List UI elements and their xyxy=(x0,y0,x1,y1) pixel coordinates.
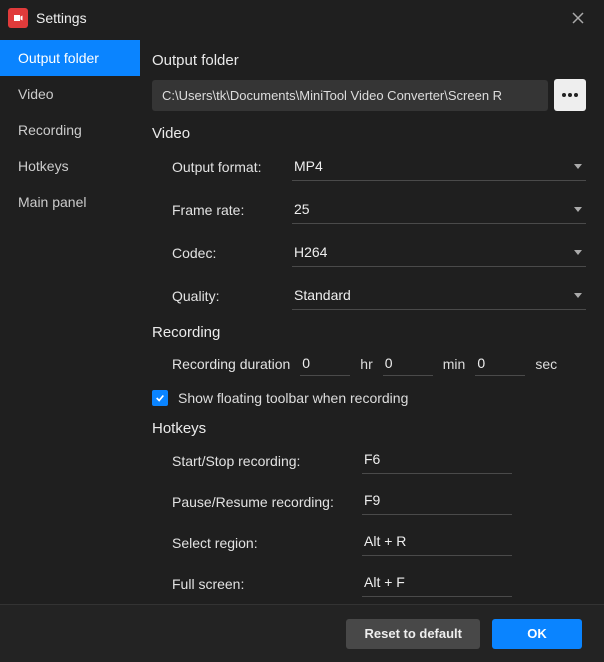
content-panel: Output folder C:\Users\tk\Documents\Mini… xyxy=(140,36,604,604)
hotkey-startstop-field[interactable]: F6 xyxy=(362,447,512,474)
sidebar-item-video[interactable]: Video xyxy=(0,76,140,112)
reset-button[interactable]: Reset to default xyxy=(346,619,480,649)
hotkey-fullscreen-label: Full screen: xyxy=(172,576,362,592)
hotkey-pauseresume-field[interactable]: F9 xyxy=(362,488,512,515)
codec-value: H264 xyxy=(294,244,327,260)
quality-label: Quality: xyxy=(172,288,292,304)
recording-duration-label: Recording duration xyxy=(172,356,290,372)
ok-button[interactable]: OK xyxy=(492,619,582,649)
sidebar-item-recording[interactable]: Recording xyxy=(0,112,140,148)
sidebar-item-hotkeys[interactable]: Hotkeys xyxy=(0,148,140,184)
quality-select[interactable]: Standard xyxy=(292,281,586,310)
close-button[interactable] xyxy=(560,0,596,36)
output-folder-heading: Output folder xyxy=(152,52,586,69)
titlebar: Settings xyxy=(0,0,604,36)
floating-toolbar-checkbox[interactable] xyxy=(152,390,168,406)
floating-toolbar-label: Show floating toolbar when recording xyxy=(178,390,408,406)
footer: Reset to default OK xyxy=(0,604,604,662)
min-unit: min xyxy=(443,356,466,372)
codec-label: Codec: xyxy=(172,245,292,261)
sec-unit: sec xyxy=(535,356,557,372)
output-path-field[interactable]: C:\Users\tk\Documents\MiniTool Video Con… xyxy=(152,80,548,111)
browse-button[interactable] xyxy=(554,79,586,111)
duration-hr-input[interactable] xyxy=(300,351,350,376)
chevron-down-icon xyxy=(574,250,582,255)
quality-value: Standard xyxy=(294,287,351,303)
chevron-down-icon xyxy=(574,293,582,298)
duration-sec-input[interactable] xyxy=(475,351,525,376)
hotkey-selectregion-label: Select region: xyxy=(172,535,362,551)
settings-window: Settings Output folder Video Recording H… xyxy=(0,0,604,662)
hotkeys-heading: Hotkeys xyxy=(152,420,586,437)
hotkey-pauseresume-label: Pause/Resume recording: xyxy=(172,494,362,510)
sidebar-item-output-folder[interactable]: Output folder xyxy=(0,40,140,76)
hr-unit: hr xyxy=(360,356,372,372)
hotkey-selectregion-field[interactable]: Alt + R xyxy=(362,529,512,556)
window-title: Settings xyxy=(36,10,87,26)
codec-select[interactable]: H264 xyxy=(292,238,586,267)
output-format-select[interactable]: MP4 xyxy=(292,152,586,181)
output-format-label: Output format: xyxy=(172,159,292,175)
sidebar: Output folder Video Recording Hotkeys Ma… xyxy=(0,36,140,604)
sidebar-item-main-panel[interactable]: Main panel xyxy=(0,184,140,220)
frame-rate-select[interactable]: 25 xyxy=(292,195,586,224)
chevron-down-icon xyxy=(574,207,582,212)
hotkey-startstop-label: Start/Stop recording: xyxy=(172,453,362,469)
check-icon xyxy=(155,393,165,403)
frame-rate-value: 25 xyxy=(294,201,310,217)
chevron-down-icon xyxy=(574,164,582,169)
duration-min-input[interactable] xyxy=(383,351,433,376)
frame-rate-label: Frame rate: xyxy=(172,202,292,218)
hotkey-fullscreen-field[interactable]: Alt + F xyxy=(362,570,512,597)
video-heading: Video xyxy=(152,125,586,142)
output-format-value: MP4 xyxy=(294,158,323,174)
ellipsis-icon xyxy=(562,93,578,97)
recording-heading: Recording xyxy=(152,324,586,341)
app-icon xyxy=(8,8,28,28)
